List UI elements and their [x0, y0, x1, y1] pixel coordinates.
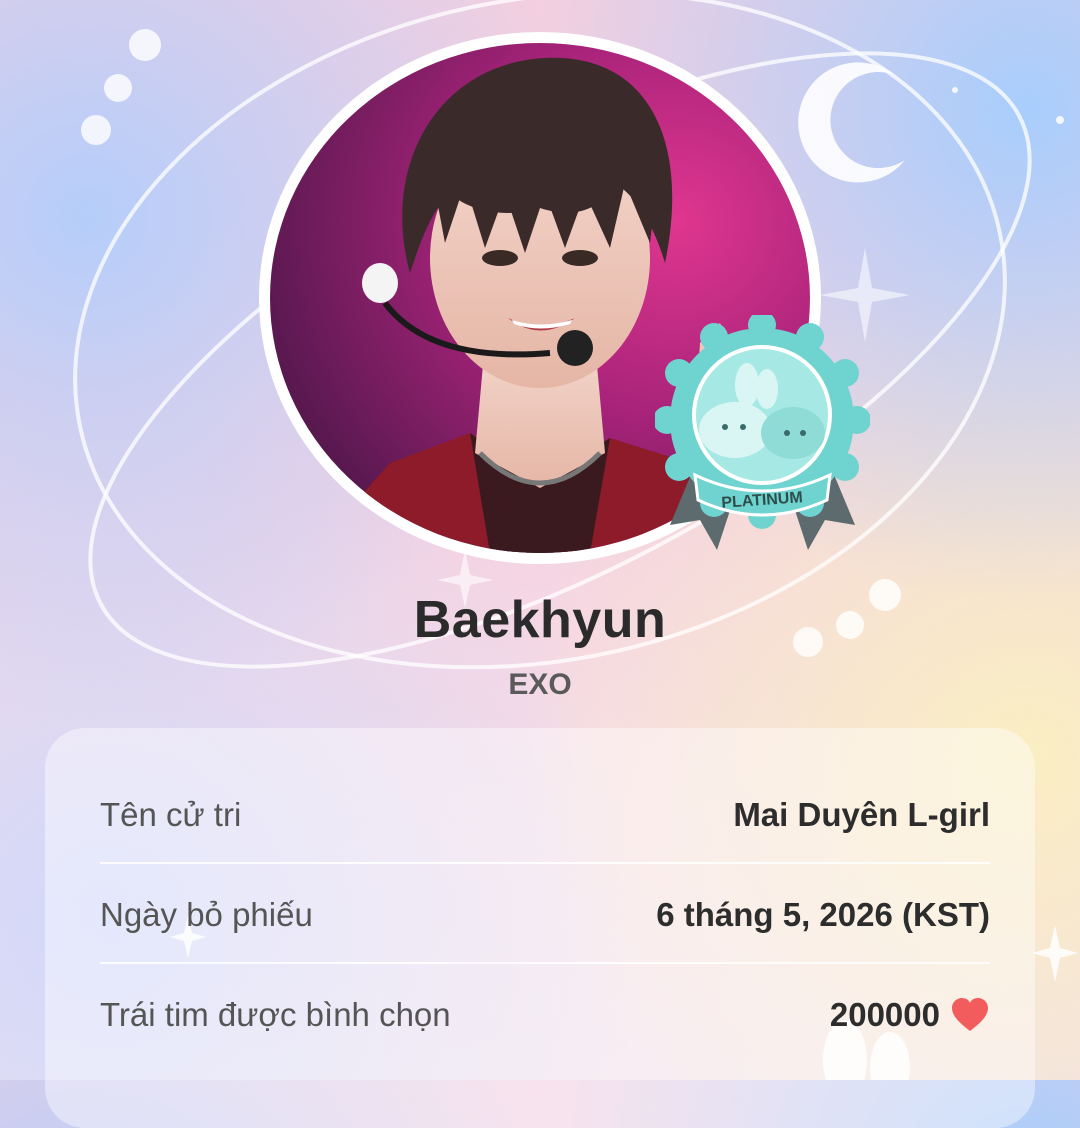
vote-date-value: 6 tháng 5, 2026 (KST): [656, 896, 990, 933]
moon-icon: [798, 62, 905, 183]
hearts-voted-value: 200000: [829, 996, 940, 1033]
platinum-badge: PLATINUM: [655, 315, 870, 550]
voter-name-value: Mai Duyên L-girl: [733, 796, 990, 833]
hearts-voted-value-wrap: 200000: [830, 996, 990, 1034]
hearts-voted-label: Trái tim được bình chọn: [100, 996, 451, 1033]
voter-name-row: Tên cử tri Mai Duyên L-girl: [100, 765, 990, 865]
heart-icon: [952, 998, 988, 1031]
idol-group: EXO: [508, 668, 572, 701]
vote-date-label: Ngày bỏ phiếu: [100, 896, 313, 933]
vote-date-row: Ngày bỏ phiếu 6 tháng 5, 2026 (KST): [100, 865, 990, 965]
hearts-voted-row: Trái tim được bình chọn 200000: [100, 965, 990, 1065]
divider: [100, 862, 990, 864]
idol-name: Baekhyun: [413, 591, 667, 649]
voter-name-label: Tên cử tri: [100, 796, 242, 833]
divider: [100, 962, 990, 964]
